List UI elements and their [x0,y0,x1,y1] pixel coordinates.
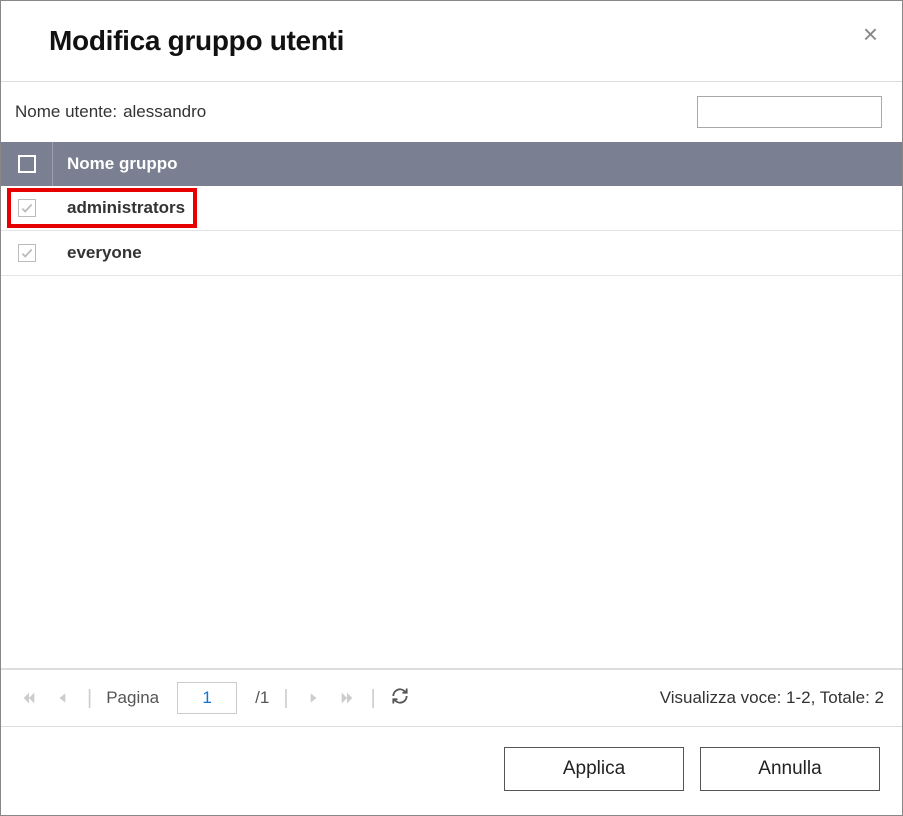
next-page-icon[interactable] [303,688,323,708]
edit-user-group-dialog: Modifica gruppo utenti × Nome utente: al… [0,0,903,816]
page-number-input[interactable] [177,682,237,714]
select-all-checkbox[interactable] [18,155,36,173]
search-box[interactable] [697,96,882,128]
first-page-icon[interactable] [19,688,39,708]
refresh-icon[interactable] [390,686,410,711]
dialog-titlebar: Modifica gruppo utenti × [1,1,902,82]
page-total: /1 [255,688,269,708]
table-header-row: Nome gruppo [1,142,902,186]
apply-button[interactable]: Applica [504,747,684,791]
search-input[interactable] [706,103,903,122]
row-checkbox[interactable] [18,244,36,262]
cancel-button[interactable]: Annulla [700,747,880,791]
username-display: Nome utente: alessandro [15,102,206,122]
column-header-group-name[interactable]: Nome gruppo [53,154,902,174]
username-value: alessandro [123,102,206,122]
separator: | [283,687,288,710]
row-checkbox[interactable] [18,199,36,217]
username-label: Nome utente: [15,102,117,122]
select-all-cell [1,142,53,186]
last-page-icon[interactable] [337,688,357,708]
pagination-bar: | Pagina /1 | | Visualizza voce: 1-2, To… [1,669,902,727]
prev-page-icon[interactable] [53,688,73,708]
pagination-summary: Visualizza voce: 1-2, Totale: 2 [660,688,884,708]
close-icon[interactable]: × [859,17,882,51]
table-body: administrators everyone [1,186,902,669]
dialog-title: Modifica gruppo utenti [49,25,344,57]
table-row[interactable]: administrators [1,186,902,231]
dialog-subheader: Nome utente: alessandro [1,82,902,142]
group-name-cell: administrators [53,198,902,218]
page-label: Pagina [106,688,159,708]
separator: | [87,687,92,710]
group-name-cell: everyone [53,243,902,263]
dialog-footer: Applica Annulla [1,727,902,815]
separator: | [371,687,376,710]
table-row[interactable]: everyone [1,231,902,276]
